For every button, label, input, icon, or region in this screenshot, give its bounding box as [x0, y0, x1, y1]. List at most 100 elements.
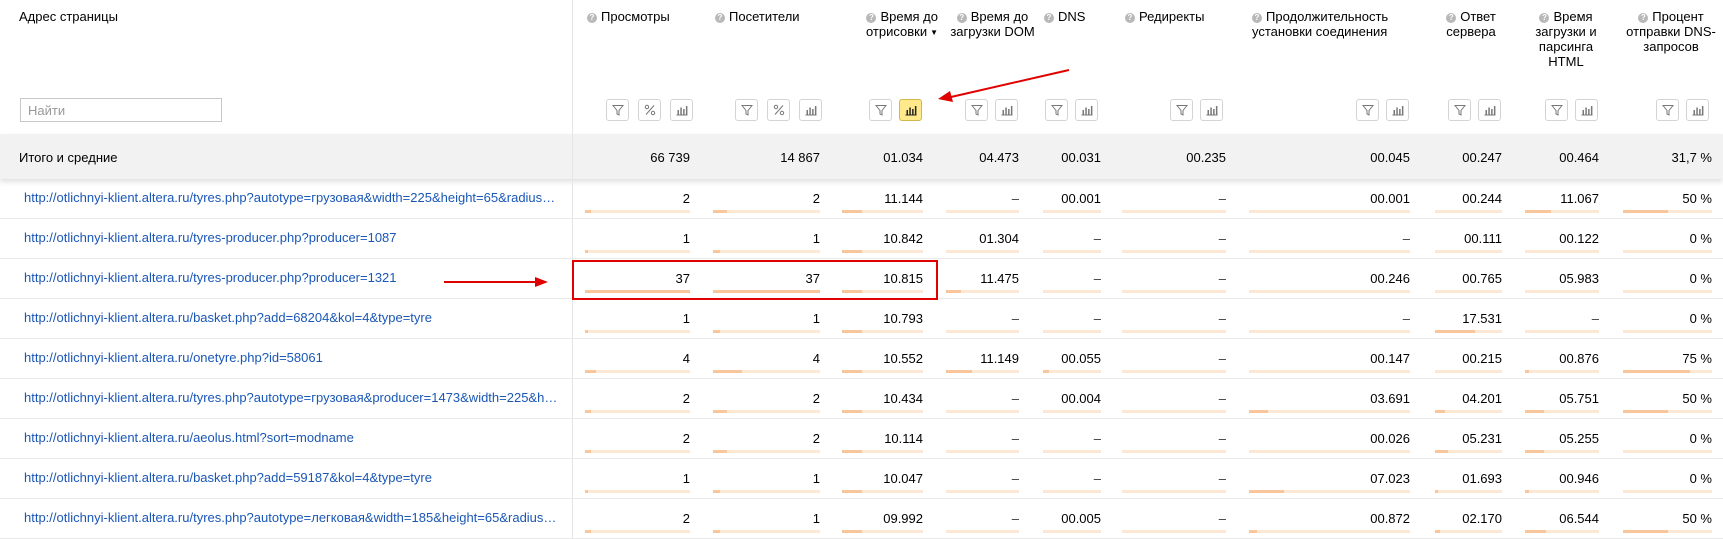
chart-icon[interactable] [899, 99, 922, 121]
totals-row: Итого и средние 66 739 14 867 01.034 04.473… [0, 134, 1723, 179]
bar-track [1249, 450, 1410, 453]
filter-icon[interactable] [1656, 99, 1679, 121]
chart-icon[interactable] [1200, 99, 1223, 121]
filter-icon[interactable] [606, 99, 629, 121]
help-icon[interactable]: ? [1252, 13, 1262, 23]
bar-track [842, 490, 923, 493]
bar-track [585, 410, 690, 413]
column-header-redirects[interactable]: ? Редиректы [1125, 9, 1245, 24]
cell-dnsq: 50 % [1682, 191, 1712, 206]
bar-track [713, 210, 820, 213]
help-icon[interactable]: ? [1539, 13, 1550, 23]
help-icon[interactable]: ? [1446, 13, 1457, 23]
bar-fill [713, 210, 727, 213]
cell-html: 00.876 [1559, 351, 1599, 366]
bar-track [1623, 490, 1712, 493]
table-row: http://otlichnyi-klient.altera.ru/tyres.… [0, 379, 1723, 419]
column-header-dnsq[interactable]: ? Процент отправки DNS-запросов [1625, 9, 1717, 54]
filter-icon[interactable] [735, 99, 758, 121]
bar-fill [713, 450, 727, 453]
filter-icon[interactable] [869, 99, 892, 121]
search-input[interactable] [20, 98, 222, 122]
bar-track [1435, 530, 1502, 533]
column-header-render[interactable]: ? Время до отрисовки ▼ [842, 9, 938, 40]
help-icon[interactable]: ? [1044, 13, 1054, 23]
filter-icon[interactable] [1545, 99, 1568, 121]
page-url-link[interactable]: http://otlichnyi-klient.altera.ru/basket… [24, 310, 432, 325]
table-row: http://otlichnyi-klient.altera.ru/basket… [0, 459, 1723, 499]
bar-fill [1435, 410, 1445, 413]
bar-track [1435, 250, 1502, 253]
bar-track [1623, 370, 1712, 373]
bar-fill [1249, 410, 1268, 413]
help-icon[interactable]: ? [1638, 13, 1649, 23]
help-icon[interactable]: ? [587, 13, 597, 23]
percent-icon[interactable] [767, 99, 790, 121]
cell-views: 1 [682, 231, 690, 246]
cell-html: 05.751 [1559, 391, 1599, 406]
cell-dnsq: 0 % [1689, 311, 1712, 326]
help-icon[interactable]: ? [956, 13, 967, 23]
column-header-visitors[interactable]: ? Посетители [715, 9, 825, 24]
bar-track [713, 250, 820, 253]
chart-icon[interactable] [1478, 99, 1501, 121]
bar-track [1122, 450, 1226, 453]
page-url-link[interactable]: http://otlichnyi-klient.altera.ru/aeolus… [24, 430, 354, 445]
page-url-link[interactable]: http://otlichnyi-klient.altera.ru/basket… [24, 470, 432, 485]
chart-icon[interactable] [1075, 99, 1098, 121]
bar-track [1122, 290, 1226, 293]
filter-icon[interactable] [1170, 99, 1193, 121]
help-icon[interactable]: ? [866, 13, 877, 23]
bar-track [1122, 250, 1226, 253]
column-title-dns: DNS [1058, 9, 1086, 24]
sort-desc-icon[interactable]: ▼ [930, 28, 938, 37]
bar-track [1249, 210, 1410, 213]
page-url-link[interactable]: http://otlichnyi-klient.altera.ru/tyres-… [24, 270, 397, 285]
column-header-conn[interactable]: ? Продолжительность установки соединения [1252, 9, 1412, 39]
bar-track [946, 210, 1019, 213]
cell-visitors: 2 [812, 431, 820, 446]
column-header-dom[interactable]: ? Время до загрузки DOM [950, 9, 1035, 39]
chart-icon[interactable] [1686, 99, 1709, 121]
bar-track [585, 530, 690, 533]
bar-track [1249, 290, 1410, 293]
cell-html: 05.983 [1559, 271, 1599, 286]
filter-icon[interactable] [1448, 99, 1471, 121]
bar-track [842, 210, 923, 213]
bar-track [1525, 450, 1599, 453]
help-icon[interactable]: ? [715, 13, 725, 23]
bar-track [1623, 290, 1712, 293]
bar-fill [1435, 490, 1438, 493]
bar-track [1122, 330, 1226, 333]
bar-track [1249, 250, 1410, 253]
page-url-link[interactable]: http://otlichnyi-klient.altera.ru/tyres-… [24, 230, 397, 245]
page-url-link[interactable]: http://otlichnyi-klient.altera.ru/tyres.… [24, 510, 556, 525]
column-header-dns[interactable]: ? DNS [1044, 9, 1114, 24]
bar-fill [1249, 490, 1284, 493]
cell-html: 00.946 [1559, 471, 1599, 486]
bar-track [585, 370, 690, 373]
column-header-html[interactable]: ? Время загрузки и парсинга HTML [1526, 9, 1606, 69]
chart-icon[interactable] [670, 99, 693, 121]
bar-track [946, 490, 1019, 493]
cell-html: 11.067 [1560, 191, 1599, 206]
bar-track [1043, 450, 1101, 453]
page-url-link[interactable]: http://otlichnyi-klient.altera.ru/tyres.… [24, 190, 558, 205]
bar-track [1525, 210, 1599, 213]
bar-track [842, 450, 923, 453]
column-header-views[interactable]: ? Просмотры [587, 9, 697, 24]
percent-icon[interactable] [638, 99, 661, 121]
help-icon[interactable]: ? [1125, 13, 1135, 23]
chart-icon[interactable] [799, 99, 822, 121]
bar-track [1525, 410, 1599, 413]
bar-track [842, 250, 923, 253]
page-url-link[interactable]: http://otlichnyi-klient.altera.ru/onetyr… [24, 350, 323, 365]
column-header-server[interactable]: ? Ответ сервера [1436, 9, 1506, 39]
chart-icon[interactable] [1575, 99, 1598, 121]
page-url-link[interactable]: http://otlichnyi-klient.altera.ru/tyres.… [24, 390, 557, 405]
filter-icon[interactable] [1356, 99, 1379, 121]
chart-icon[interactable] [1386, 99, 1409, 121]
bar-fill [842, 450, 862, 453]
cell-views: 4 [682, 351, 690, 366]
bar-fill [1623, 410, 1668, 413]
